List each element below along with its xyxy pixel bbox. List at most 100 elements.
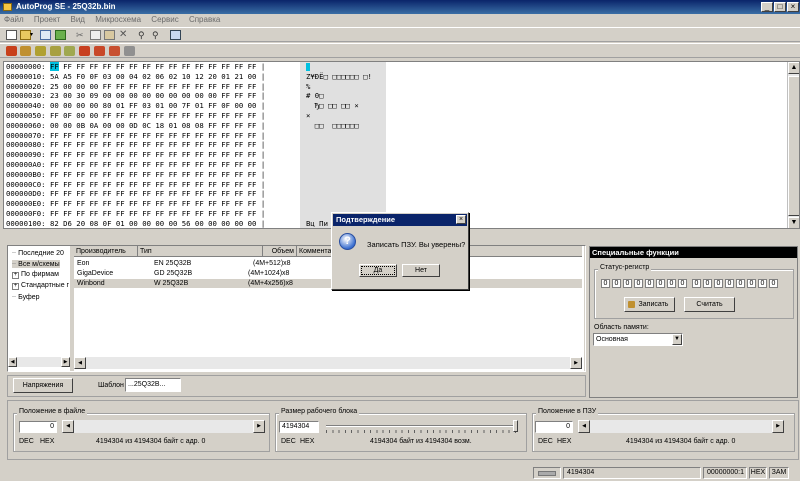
scroll-thumb[interactable] (788, 76, 799, 216)
goto-icon[interactable] (170, 30, 181, 40)
dialog-close-button[interactable]: × (456, 215, 466, 224)
status-bit[interactable]: 0 (692, 279, 701, 288)
scroll-left-button[interactable]: ◀ (578, 420, 590, 433)
menu-help[interactable]: Справка (185, 14, 224, 26)
write-status-button[interactable]: Записать (624, 297, 675, 312)
new-icon[interactable] (6, 30, 17, 40)
file-position-scrollbar[interactable]: ◀ ▶ (62, 420, 265, 433)
scroll-left-button[interactable]: ◀ (74, 357, 86, 369)
read-icon[interactable] (6, 46, 17, 56)
copy-icon[interactable] (90, 30, 101, 40)
scroll-left-button[interactable]: ◀ (8, 357, 17, 367)
column-maker[interactable]: Производитель (74, 246, 138, 257)
block-size-hex[interactable]: HEX (300, 438, 314, 445)
expand-icon[interactable]: + (12, 272, 19, 279)
find-icon[interactable]: ⚲ (138, 30, 149, 40)
block-size-label: Размер рабочего блока (279, 408, 360, 415)
scroll-up-button[interactable]: ▲ (788, 62, 799, 74)
status-bit[interactable]: 0 (645, 279, 654, 288)
scroll-right-button[interactable]: ▶ (772, 420, 784, 433)
scroll-right-button[interactable]: ▶ (253, 420, 265, 433)
table-row[interactable]: Eon EN 25Q32B (4M+512)x8 (74, 259, 582, 268)
close-button[interactable]: × (787, 2, 799, 12)
verify-icon[interactable] (35, 46, 46, 56)
protect-icon[interactable] (94, 46, 105, 56)
minimize-button[interactable]: _ (761, 2, 773, 12)
status-bit[interactable]: 0 (769, 279, 778, 288)
status-bit[interactable]: 0 (656, 279, 665, 288)
status-bit[interactable]: 0 (612, 279, 621, 288)
scroll-right-button[interactable]: ▶ (61, 357, 70, 367)
file-position-input[interactable]: 0 (19, 421, 57, 433)
blank-check-icon[interactable] (64, 46, 75, 56)
read-status-button[interactable]: Считать (684, 297, 735, 312)
scroll-right-button[interactable]: ▶ (570, 357, 582, 369)
status-bit[interactable]: 0 (667, 279, 676, 288)
status-bit[interactable]: 0 (714, 279, 723, 288)
menu-file[interactable]: Файл (0, 14, 28, 26)
menu-view[interactable]: Вид (67, 14, 89, 26)
template-input[interactable]: ...25Q32B... (125, 378, 181, 392)
tree-item-standard[interactable]: + Стандартные г (12, 282, 69, 290)
open-dropdown-icon[interactable]: ▾ (30, 30, 35, 40)
yes-button[interactable]: Да (359, 264, 397, 277)
rom-position-input[interactable]: 0 (535, 421, 573, 433)
block-size-slider-thumb[interactable] (513, 420, 518, 432)
status-bit[interactable]: 0 (634, 279, 643, 288)
tree-item-recent[interactable]: ┈ Последние 20 (12, 249, 64, 257)
delete-icon[interactable]: ✕ (119, 30, 130, 40)
rom-position-hex[interactable]: HEX (557, 438, 571, 445)
scroll-left-button[interactable]: ◀ (62, 420, 74, 433)
voltage-button[interactable]: Напряжения (13, 378, 73, 393)
block-size-input[interactable]: 4194304 (279, 421, 319, 433)
status-bit[interactable]: 0 (703, 279, 712, 288)
status-bit[interactable]: 0 (736, 279, 745, 288)
column-size[interactable]: Объем (263, 246, 297, 257)
table-hscrollbar[interactable]: ◀ ▶ (74, 357, 582, 369)
selected-byte[interactable]: FF (49, 62, 59, 71)
cut-icon[interactable]: ✂ (76, 30, 87, 40)
tree-item-by-vendor[interactable]: + По фирмам (12, 271, 59, 279)
status-bit[interactable]: 0 (747, 279, 756, 288)
table-row-selected[interactable]: Winbond W 25Q32B (4M+4x256)x8 (74, 279, 582, 288)
table-row[interactable]: GigaDevice GD 25Q32B (4M+1024)x8 (74, 269, 582, 278)
write-icon[interactable] (20, 46, 31, 56)
status-bit[interactable]: 0 (758, 279, 767, 288)
chip-tree[interactable]: ┈ Последние 20 ┈ Все м/схемы + По фирмам… (8, 246, 70, 371)
status-bit[interactable]: 0 (623, 279, 632, 288)
file-position-hex[interactable]: HEX (40, 438, 54, 445)
hex-editor[interactable]: 00000000: FF FF FF FF FF FF FF FF FF FF … (3, 61, 800, 229)
rom-position-scrollbar[interactable]: ◀ ▶ (578, 420, 784, 433)
status-bit[interactable]: 0 (678, 279, 687, 288)
unprotect-icon[interactable] (109, 46, 120, 56)
rom-position-dec[interactable]: DEC (538, 438, 553, 445)
menu-service[interactable]: Сервис (147, 14, 182, 26)
file-position-dec[interactable]: DEC (19, 438, 34, 445)
status-bit[interactable]: 0 (601, 279, 610, 288)
auto-icon[interactable] (79, 46, 90, 56)
export-icon[interactable] (55, 30, 66, 40)
block-size-dec[interactable]: DEC (281, 438, 296, 445)
tree-item-all[interactable]: ┈ Все м/схемы (12, 260, 60, 268)
tree-hscrollbar[interactable]: ◀ ▶ (8, 357, 70, 367)
column-type[interactable]: Тип (138, 246, 263, 257)
erase-icon[interactable] (50, 46, 61, 56)
memory-area-select[interactable]: Основная ▼ (593, 333, 683, 346)
find-next-icon[interactable]: ⚲ (152, 30, 163, 40)
hex-scrollbar[interactable]: ▲ ▼ (787, 62, 799, 228)
no-button[interactable]: Нет (402, 264, 440, 277)
paste-icon[interactable] (104, 30, 115, 40)
menu-chip[interactable]: Микросхема (91, 14, 145, 26)
maximize-button[interactable]: □ (774, 2, 786, 12)
expand-icon[interactable]: + (12, 283, 19, 290)
table-header: Производитель Тип Объем Коммента (74, 246, 582, 257)
settings-icon[interactable] (124, 46, 135, 56)
tree-item-buffer[interactable]: ┈ Буфер (12, 293, 40, 301)
memory-area-label: Область памяти: (594, 324, 649, 331)
scroll-down-button[interactable]: ▼ (788, 217, 799, 228)
menu-project[interactable]: Проект (30, 14, 64, 26)
chevron-down-icon[interactable]: ▼ (672, 334, 682, 345)
block-size-slider-track[interactable] (326, 425, 516, 427)
save-icon[interactable] (40, 30, 51, 40)
status-bit[interactable]: 0 (725, 279, 734, 288)
